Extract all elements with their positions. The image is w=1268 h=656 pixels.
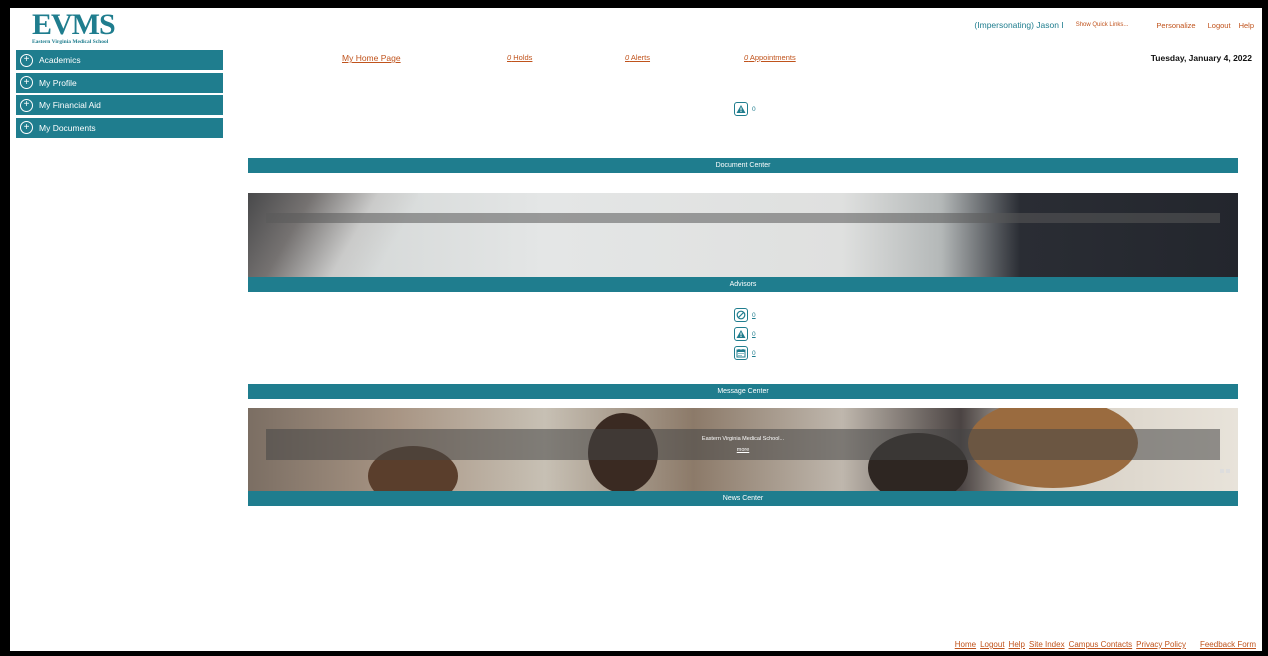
alerts-link[interactable]: 0 Alerts [625,53,650,62]
logo-text: EVMS [32,8,116,41]
footer-privacy-policy-link[interactable]: Privacy Policy [1136,640,1186,649]
personalize-link[interactable]: Personalize [1156,21,1195,30]
sidebar: + Academics + My Profile + My Financial … [16,50,223,140]
expand-plus-icon: + [20,98,33,112]
advisor-appointments-row[interactable]: 0 [734,346,756,360]
news-banner: Eastern Virginia Medical School... more [248,408,1238,492]
sidebar-item-label: My Documents [39,122,96,133]
message-center-header[interactable]: Message Center [248,384,1238,399]
my-home-page-link[interactable]: My Home Page [342,53,401,63]
logo-subtitle: Eastern Virginia Medical School [32,39,109,45]
alert-summary[interactable]: 0 [734,102,756,116]
warning-icon [734,102,748,116]
calendar-icon [734,346,748,360]
logout-link[interactable]: Logout [1208,21,1231,30]
advisor-appointments-count[interactable]: 0 [752,350,756,357]
advisor-stats: 0 0 0 [734,308,756,360]
sidebar-item-my-documents[interactable]: + My Documents [16,117,223,138]
current-date: Tuesday, January 4, 2022 [1150,53,1252,63]
appointments-label: Appointments [748,53,796,62]
news-headline: Eastern Virginia Medical School... [701,436,785,442]
no-entry-icon [734,308,748,322]
holds-link[interactable]: 0 Holds [507,53,532,62]
appointments-link[interactable]: 0 Appointments [744,53,796,62]
banner-image-shade [248,193,418,277]
expand-plus-icon: + [20,76,33,89]
advisor-alerts-row[interactable]: 0 [734,327,756,341]
footer-links: Home Logout Help Site Index Campus Conta… [951,640,1256,649]
alerts-label: Alerts [629,53,651,62]
expand-plus-icon: + [20,53,33,67]
news-more-link[interactable]: more [266,447,1220,453]
expand-plus-icon: + [20,121,33,134]
footer-home-link[interactable]: Home [955,640,976,649]
sidebar-item-my-financial-aid[interactable]: + My Financial Aid [16,95,223,115]
impersonating-label: (Impersonating) Jason I [974,20,1064,30]
sidebar-item-label: My Financial Aid [39,100,101,110]
document-center-banner [248,193,1238,277]
sidebar-item-my-profile[interactable]: + My Profile [16,72,223,93]
footer-help-link[interactable]: Help [1009,640,1025,649]
footer-feedback-form-link[interactable]: Feedback Form [1200,640,1256,649]
advisor-holds-row[interactable]: 0 [734,308,756,322]
advisors-header[interactable]: Advisors [248,277,1238,292]
news-center-header[interactable]: News Center [248,491,1238,506]
banner-caption-overlay [266,213,1220,223]
advisor-holds-count[interactable]: 0 [752,312,756,319]
sidebar-item-label: My Profile [39,77,77,88]
carousel-dots[interactable] [1220,469,1230,473]
warning-icon [734,327,748,341]
holds-label: Holds [511,53,533,62]
evms-logo[interactable]: EVMS Eastern Virginia Medical School [32,8,132,46]
document-center-header[interactable]: Document Center [248,158,1238,173]
quick-links-link[interactable]: Show Quick Links... [1076,22,1129,28]
footer-logout-link[interactable]: Logout [980,640,1004,649]
sidebar-item-label: Academics [39,55,81,65]
sidebar-item-academics[interactable]: + Academics [16,50,223,70]
page-frame: EVMS Eastern Virginia Medical School (Im… [10,8,1262,651]
header-links: (Impersonating) Jason I Show Quick Links… [974,20,1254,30]
carousel-dot[interactable] [1226,469,1230,473]
advisor-alerts-count[interactable]: 0 [752,331,756,338]
help-link[interactable]: Help [1239,21,1254,30]
footer-site-index-link[interactable]: Site Index [1029,640,1065,649]
carousel-dot[interactable] [1220,469,1224,473]
footer-campus-contacts-link[interactable]: Campus Contacts [1069,640,1133,649]
news-caption-overlay: Eastern Virginia Medical School... more [266,429,1220,460]
alert-count: 0 [752,105,756,113]
